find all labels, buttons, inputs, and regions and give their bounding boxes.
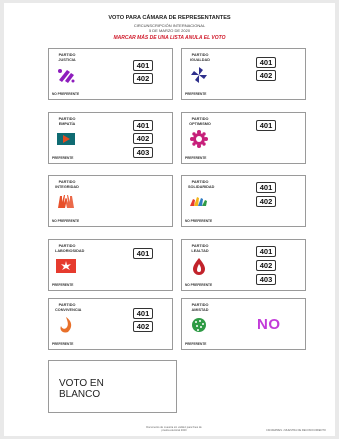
pinwheel-icon: [191, 67, 207, 83]
preference-label: PREFERENTE: [185, 342, 207, 346]
party-label: PARTIDO JUSTICIA: [58, 53, 76, 62]
preference-label: NO PREFERENTE: [52, 92, 80, 96]
list-box-403[interactable]: 403: [133, 147, 153, 158]
party-panel-justicia[interactable]: PARTIDO JUSTICIA 401 402 NO PREFERENTE: [48, 48, 173, 100]
play-flag-icon: [57, 133, 75, 145]
list-box-402[interactable]: 402: [256, 196, 276, 207]
list-box-402[interactable]: 402: [133, 321, 153, 332]
warning-text: MARCAR MÁS DE UNA LISTA ANULA EL VOTO: [113, 35, 226, 41]
justice-slash-icon: [58, 69, 75, 83]
star-burst-icon: [56, 259, 76, 273]
party-panel-empatia[interactable]: PARTIDO EMPATÍA 401 402 403 PREFERENTE: [48, 112, 173, 164]
list-box-401[interactable]: 401: [133, 120, 153, 131]
preference-label: PREFERENTE: [52, 342, 74, 346]
party-panel-integridad[interactable]: PARTIDO INTEGRIDAD NO PREFERENTE: [48, 175, 173, 227]
list-box-401[interactable]: 401: [256, 57, 276, 68]
preference-label: NO PREFERENTE: [185, 219, 213, 223]
ballot-page: VOTO PARA CÁMARA DE REPRESENTANTES CIRCU…: [4, 3, 335, 436]
party-label: PARTIDO LEALTAD: [191, 244, 209, 253]
list-box-402[interactable]: 402: [256, 70, 276, 81]
footer-code: CIR-REPRES • MUESTRA DE RECONOCIMIENTO: [266, 429, 326, 432]
list-box-401[interactable]: 401: [133, 60, 153, 71]
list-box-402[interactable]: 402: [133, 133, 153, 144]
gear-flower-icon: [190, 130, 208, 148]
preference-label: PREFERENTE: [185, 92, 207, 96]
swirl-flame-icon: [60, 317, 72, 333]
preference-label: PREFERENTE: [52, 156, 74, 160]
blank-vote-label: VOTO EN BLANCO: [59, 378, 104, 400]
party-panel-solidaridad[interactable]: PARTIDO SOLIDARIDAD 401 402 NO PREFERENTE: [181, 175, 306, 227]
party-label: PARTIDO INTEGRIDAD: [55, 180, 79, 189]
party-label: PARTIDO LABORIOSIDAD: [55, 244, 85, 253]
handwritten-no-mark: NO: [257, 316, 281, 333]
party-label: PARTIDO CONVIVENCIA: [55, 303, 82, 312]
list-box-402[interactable]: 402: [256, 260, 276, 271]
party-label: PARTIDO OPTIMISMO: [189, 117, 211, 126]
party-panel-lealtad[interactable]: PARTIDO LEALTAD 401 402 403 NO PREFERENTE: [181, 239, 306, 291]
list-box-401[interactable]: 401: [133, 248, 153, 259]
colored-hands-icon: [190, 197, 207, 206]
globe-dots-icon: [192, 318, 206, 332]
party-label: PARTIDO EMPATÍA: [58, 117, 76, 126]
party-panel-convivencia[interactable]: PARTIDO CONVIVENCIA 401 402 PREFERENTE: [48, 298, 173, 350]
blank-vote-panel[interactable]: VOTO EN BLANCO: [48, 360, 177, 413]
preference-label: NO PREFERENTE: [52, 219, 80, 223]
list-box-402[interactable]: 402: [133, 73, 153, 84]
party-label: PARTIDO IGUALDAD: [189, 53, 211, 62]
ballot-title: VOTO PARA CÁMARA DE REPRESENTANTES: [108, 15, 231, 21]
list-box-401[interactable]: 401: [133, 308, 153, 319]
hands-icon: [58, 195, 74, 208]
preference-label: NO PREFERENTE: [185, 283, 213, 287]
list-box-401[interactable]: 401: [256, 120, 276, 131]
footer-note: Documento de muestra sin validez para fi…: [146, 426, 202, 432]
preference-label: PREFERENTE: [52, 283, 74, 287]
election-date: 5 DE MARZO DE 2020: [148, 28, 191, 33]
party-label: PARTIDO AMISTAD: [191, 303, 209, 312]
preference-label: PREFERENTE: [185, 156, 207, 160]
party-label: PARTIDO SOLIDARIDAD: [188, 180, 215, 189]
party-panel-laboriosidad[interactable]: PARTIDO LABORIOSIDAD 401 PREFERENTE: [48, 239, 173, 291]
party-panel-igualdad[interactable]: PARTIDO IGUALDAD 401 402 PREFERENTE: [181, 48, 306, 100]
list-box-403[interactable]: 403: [256, 274, 276, 285]
list-box-401[interactable]: 401: [256, 182, 276, 193]
flame-drop-icon: [193, 258, 205, 275]
party-panel-optimismo[interactable]: PARTIDO OPTIMISMO 401 PREFERENTE: [181, 112, 306, 164]
list-box-401[interactable]: 401: [256, 246, 276, 257]
party-panel-amistad[interactable]: PARTIDO AMISTAD NO PREFERENTE: [181, 298, 306, 350]
